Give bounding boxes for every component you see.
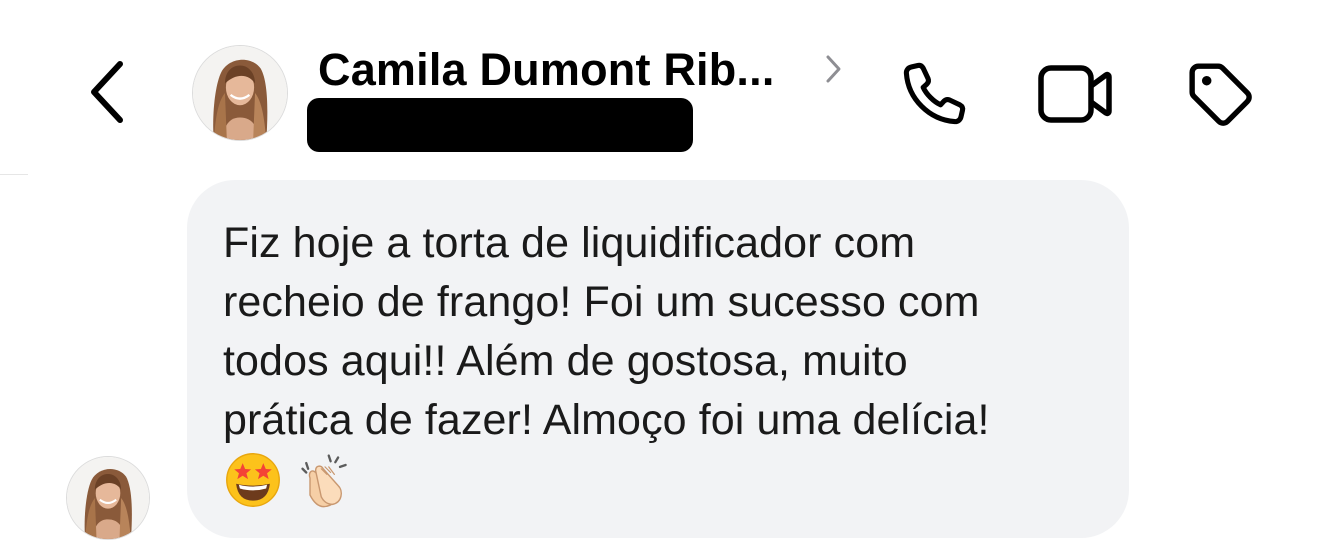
chevron-left-icon — [91, 61, 123, 123]
emoji-row — [223, 450, 1093, 510]
tag-icon — [1189, 63, 1252, 126]
video-camera-icon — [1038, 65, 1112, 123]
chat-screen: Camila Dumont Rib... Fiz hoje a torta de… — [0, 0, 1320, 558]
redacted-username — [307, 98, 693, 152]
sender-avatar[interactable] — [66, 456, 150, 540]
header-divider — [0, 174, 28, 175]
video-call-button[interactable] — [1034, 54, 1114, 134]
phone-icon — [903, 62, 966, 125]
tag-button[interactable] — [1180, 54, 1260, 134]
avatar-photo — [193, 46, 287, 140]
contact-avatar[interactable] — [192, 45, 288, 141]
chevron-right-icon[interactable] — [820, 52, 846, 86]
back-button[interactable] — [80, 56, 136, 128]
star-struck-emoji — [226, 453, 280, 507]
contact-name[interactable]: Camila Dumont Rib... — [318, 44, 775, 96]
call-button[interactable] — [894, 54, 974, 134]
message-bubble[interactable]: Fiz hoje a torta de liquidificador com r… — [187, 180, 1129, 538]
avatar-photo — [67, 457, 149, 539]
message-text: Fiz hoje a torta de liquidificador com r… — [223, 219, 990, 444]
clapping-hands-emoji — [301, 454, 347, 508]
